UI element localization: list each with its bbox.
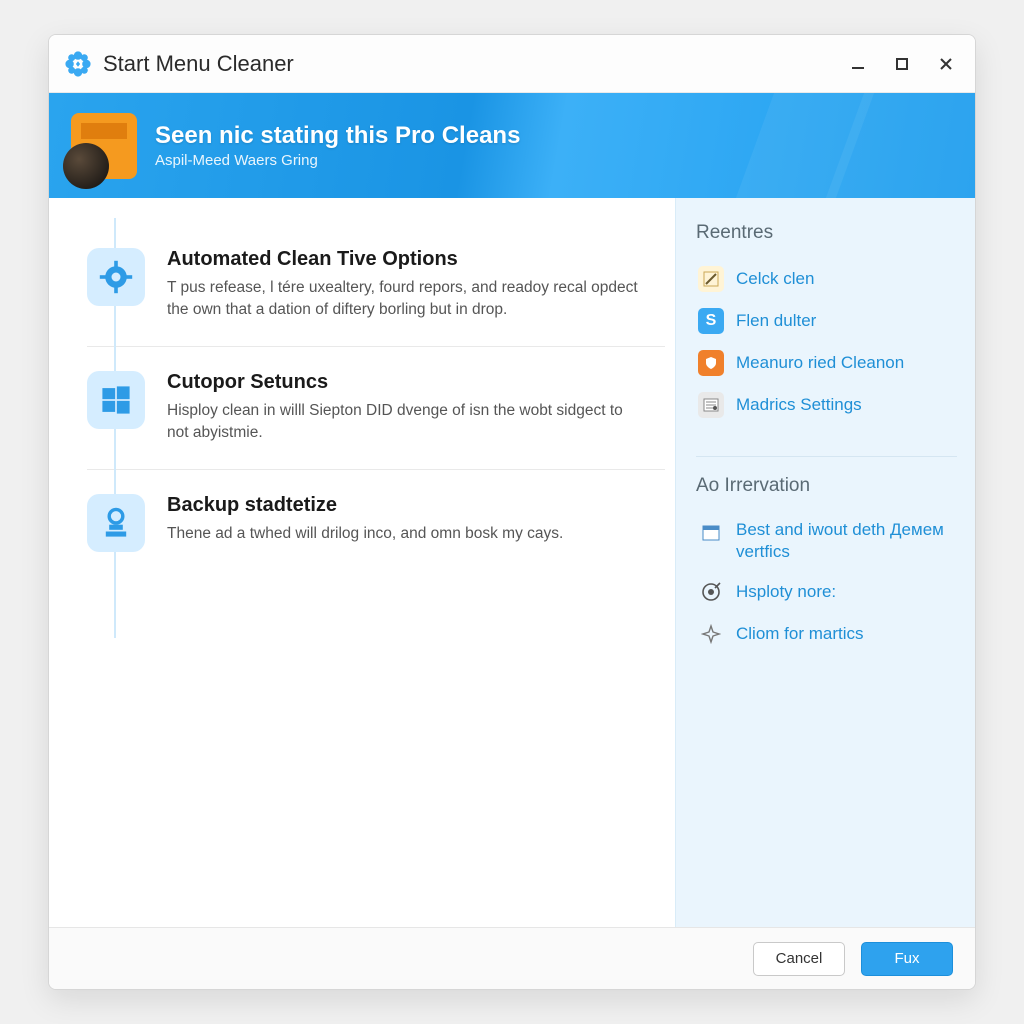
titlebar: Start Menu Cleaner	[49, 35, 975, 93]
windows-icon	[87, 371, 145, 429]
feature-title: Backup stadtetize	[167, 494, 563, 517]
sidebar-list: Celck clen S Flen dulter Meanuro ried Cl…	[696, 258, 957, 426]
sidebar-item-label: Madrics Settings	[736, 395, 862, 415]
maximize-button[interactable]	[889, 51, 915, 77]
feature-title: Automated Clean Tive Options	[167, 248, 647, 271]
sidebar-item[interactable]: S Flen dulter	[696, 300, 957, 342]
sidebar-item[interactable]: Meanuro ried Cleanon	[696, 342, 957, 384]
minimize-button[interactable]	[845, 51, 871, 77]
sidebar-item-label: Flen dulter	[736, 311, 816, 331]
calendar-icon	[698, 519, 724, 545]
sidebar-section-title: Ao Irrervation	[696, 475, 957, 497]
banner-icon	[71, 113, 137, 179]
banner-subheading: Aspil-Meed Waers Gring	[155, 152, 520, 169]
divider	[696, 456, 957, 457]
sidebar-item-label: Cliom for martics	[736, 624, 864, 644]
feature-item: Cutopor Setuncs Hisploy clean in willl S…	[87, 346, 665, 469]
s-icon: S	[698, 308, 724, 334]
sidebar-item[interactable]: Hsploty nore:	[696, 571, 957, 613]
main-panel: Automated Clean Tive Options T pus refea…	[49, 198, 675, 927]
feature-item: Backup stadtetize Thene ad a twhed will …	[87, 469, 665, 576]
footer: Cancel Fux	[49, 927, 975, 989]
app-logo-icon	[63, 49, 93, 79]
note-icon	[698, 266, 724, 292]
backup-icon	[87, 494, 145, 552]
sidebar-item-label: Best and iwout deth Демем vertfics	[736, 519, 955, 563]
close-button[interactable]	[933, 51, 959, 77]
sidebar-list: Best and iwout deth Демем vertfics Hsplo…	[696, 511, 957, 655]
feature-desc: T pus refease, l tére uxealtery, fourd r…	[167, 277, 647, 322]
primary-button[interactable]: Fux	[861, 942, 953, 976]
window-title: Start Menu Cleaner	[103, 51, 294, 77]
sidebar-item[interactable]: Best and iwout deth Демем vertfics	[696, 511, 957, 571]
body: Automated Clean Tive Options T pus refea…	[49, 198, 975, 927]
sidebar-item[interactable]: Celck clen	[696, 258, 957, 300]
sidebar-section-title: Reentres	[696, 222, 957, 244]
sidebar: Reentres Celck clen S Flen dulter Mean	[675, 198, 975, 927]
feature-item: Automated Clean Tive Options T pus refea…	[87, 226, 665, 346]
feature-desc: Thene ad a twhed will drilog inco, and o…	[167, 523, 563, 545]
sidebar-item-label: Hsploty nore:	[736, 582, 836, 602]
cancel-button[interactable]: Cancel	[753, 942, 845, 976]
sidebar-item-label: Celck clen	[736, 269, 814, 289]
sidebar-item[interactable]: Madrics Settings	[696, 384, 957, 426]
banner-heading: Seen nic stating this Pro Cleans	[155, 122, 520, 150]
sidebar-item-label: Meanuro ried Cleanon	[736, 353, 904, 373]
settings-icon	[698, 392, 724, 418]
app-window: Start Menu Cleaner Seen nic stating this…	[48, 34, 976, 990]
gear-icon	[87, 248, 145, 306]
shield-icon	[698, 350, 724, 376]
sidebar-item[interactable]: Cliom for martics	[696, 613, 957, 655]
feature-title: Cutopor Setuncs	[167, 371, 647, 394]
feature-desc: Hisploy clean in willl Siepton DID dveng…	[167, 400, 647, 445]
target-icon	[698, 579, 724, 605]
spark-icon	[698, 621, 724, 647]
window-controls	[845, 51, 965, 77]
banner-text: Seen nic stating this Pro Cleans Aspil-M…	[155, 122, 520, 169]
banner: Seen nic stating this Pro Cleans Aspil-M…	[49, 93, 975, 198]
